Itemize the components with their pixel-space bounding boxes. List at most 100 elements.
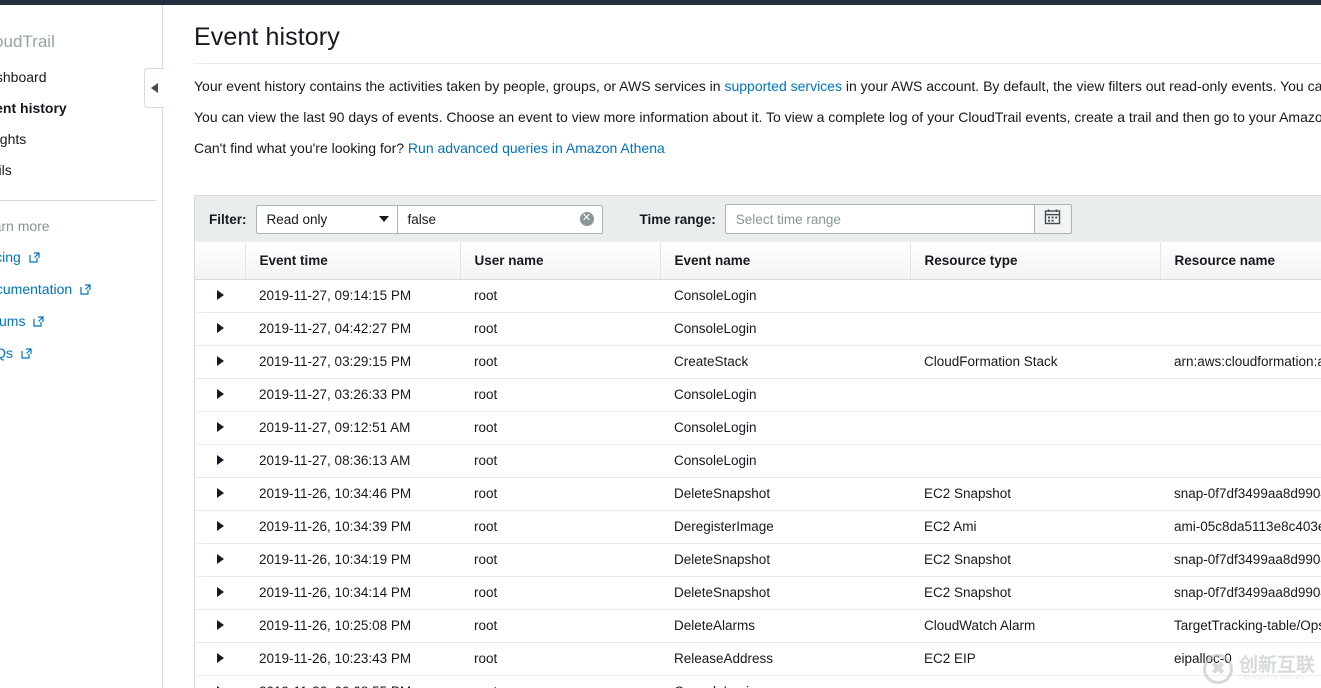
table-row[interactable]: 2019-11-27, 04:42:27 PM root ConsoleLogin bbox=[195, 312, 1321, 346]
cell-user-name: root bbox=[460, 345, 660, 379]
cell-resource-type bbox=[910, 378, 1160, 412]
column-header-event-name[interactable]: Event name bbox=[660, 242, 911, 280]
supported-services-link[interactable]: supported services bbox=[724, 78, 842, 94]
time-range-input[interactable]: Select time range bbox=[724, 204, 1035, 234]
clear-circle-icon[interactable]: ✕ bbox=[579, 212, 594, 226]
triangle-right-icon[interactable] bbox=[216, 554, 224, 564]
athena-queries-link[interactable]: Run advanced queries in Amazon Athena bbox=[408, 140, 665, 156]
row-expand-cell[interactable] bbox=[195, 312, 245, 346]
triangle-right-icon[interactable] bbox=[216, 290, 224, 300]
sidebar-item-trails[interactable]: Trails bbox=[0, 155, 162, 186]
sidebar-item-dashboard[interactable]: Dashboard bbox=[0, 62, 162, 93]
cell-event-name: ConsoleLogin bbox=[660, 444, 910, 478]
row-expand-cell[interactable] bbox=[195, 411, 245, 445]
cell-event-time: 2019-11-27, 09:14:15 PM bbox=[245, 279, 460, 313]
external-link-icon bbox=[80, 282, 91, 298]
triangle-right-icon[interactable] bbox=[216, 389, 224, 399]
cell-user-name: root bbox=[460, 642, 660, 676]
chevron-down-icon bbox=[378, 216, 389, 222]
sidebar-collapse-button[interactable] bbox=[144, 68, 164, 108]
table-row[interactable]: 2019-11-26, 10:34:46 PM root DeleteSnapsho… bbox=[195, 477, 1321, 511]
table-row[interactable]: 2019-11-26, 10:34:19 PM root DeleteSnapsho… bbox=[195, 543, 1321, 577]
cell-event-time: 2019-11-26, 10:34:39 PM bbox=[245, 510, 460, 544]
description-paragraph-3: Can't find what you're looking for? Run … bbox=[164, 126, 1321, 157]
cell-event-time: 2019-11-27, 08:36:13 AM bbox=[245, 444, 460, 478]
sidebar-link-pricing[interactable]: Pricing bbox=[0, 242, 162, 274]
cell-resource-type bbox=[910, 675, 1160, 688]
row-expand-cell[interactable] bbox=[195, 675, 245, 688]
row-expand-cell[interactable] bbox=[195, 510, 245, 544]
triangle-right-icon[interactable] bbox=[216, 521, 224, 531]
table-row[interactable]: 2019-11-27, 09:12:51 AM root ConsoleLogin bbox=[195, 411, 1321, 445]
row-expand-cell[interactable] bbox=[195, 642, 245, 676]
row-expand-cell[interactable] bbox=[195, 444, 245, 478]
triangle-right-icon[interactable] bbox=[216, 488, 224, 498]
column-header-resource-type[interactable]: Resource type bbox=[910, 242, 1161, 280]
cell-user-name: root bbox=[460, 411, 660, 445]
triangle-right-icon[interactable] bbox=[216, 422, 224, 432]
sidebar-link-forums[interactable]: Forums bbox=[0, 306, 162, 338]
external-link-icon bbox=[29, 250, 40, 266]
row-expand-cell[interactable] bbox=[195, 543, 245, 577]
table-row[interactable]: 2019-11-27, 03:26:33 PM root ConsoleLogin bbox=[195, 378, 1321, 412]
sidebar-link-faqs[interactable]: FAQs bbox=[0, 338, 162, 370]
cell-resource-type: EC2 Snapshot bbox=[910, 477, 1160, 511]
cell-resource-name: eipalloc-0 bbox=[1160, 642, 1321, 676]
desc1-part1: Your event history contains the activiti… bbox=[194, 78, 725, 94]
cell-user-name: root bbox=[460, 576, 660, 610]
table-row[interactable]: 2019-11-26, 10:34:14 PM root DeleteSnapsho… bbox=[195, 576, 1321, 610]
table-row[interactable]: 2019-11-26, 10:25:08 PM root DeleteAlarms C… bbox=[195, 609, 1321, 643]
event-history-table-container[interactable]: Event time User name Event name Resource… bbox=[194, 242, 1321, 688]
sidebar-item-event-history[interactable]: Event history bbox=[0, 93, 162, 124]
filter-label: Filter: bbox=[209, 211, 247, 227]
row-expand-cell[interactable] bbox=[195, 477, 245, 511]
row-expand-cell[interactable] bbox=[195, 378, 245, 412]
triangle-right-icon[interactable] bbox=[216, 356, 224, 366]
cell-event-name: CreateStack bbox=[660, 345, 910, 379]
cell-event-name: ConsoleLogin bbox=[660, 279, 910, 313]
triangle-right-icon[interactable] bbox=[216, 653, 224, 663]
cell-user-name: root bbox=[460, 378, 660, 412]
filter-value-input[interactable]: false ✕ bbox=[397, 204, 603, 234]
cell-resource-name: TargetTracking-table/Ops bbox=[1160, 609, 1321, 643]
cell-user-name: root bbox=[460, 477, 660, 511]
table-row[interactable]: 2019-11-27, 09:14:15 PM root ConsoleLogin bbox=[195, 279, 1321, 313]
cell-event-time: 2019-11-27, 04:42:27 PM bbox=[245, 312, 460, 346]
sidebar-item-insights[interactable]: Insights bbox=[0, 124, 162, 155]
cell-resource-name: arn:aws:cloudformation:a bbox=[1160, 345, 1321, 379]
table-row[interactable]: 2019-11-26, 09:08:55 PMrootConsoleLogin bbox=[195, 675, 1321, 688]
sidebar-divider bbox=[0, 200, 156, 201]
cell-resource-name: ami-05c8da5113e8c403e bbox=[1160, 510, 1321, 544]
table-row[interactable]: 2019-11-27, 08:36:13 AM root ConsoleLogin bbox=[195, 444, 1321, 478]
row-expand-cell[interactable] bbox=[195, 279, 245, 313]
row-expand-cell[interactable] bbox=[195, 576, 245, 610]
cell-resource-type: EC2 EIP bbox=[910, 642, 1160, 676]
time-range-label: Time range: bbox=[639, 211, 716, 227]
sidebar-link-documentation[interactable]: Documentation bbox=[0, 274, 162, 306]
table-row[interactable]: 2019-11-27, 03:29:15 PM root CreateStack Cl… bbox=[195, 345, 1321, 379]
column-header-resource-name[interactable]: Resource name bbox=[1160, 242, 1321, 280]
cell-resource-type: EC2 Snapshot bbox=[910, 576, 1160, 610]
table-row[interactable]: 2019-11-26, 10:34:39 PM root DeregisterIma… bbox=[195, 510, 1321, 544]
triangle-right-icon[interactable] bbox=[216, 455, 224, 465]
cell-resource-type: CloudWatch Alarm bbox=[910, 609, 1160, 643]
description-paragraph-2: You can view the last 90 days of events.… bbox=[164, 95, 1321, 126]
cell-resource-name bbox=[1160, 279, 1321, 313]
column-header-event-time[interactable]: Event time bbox=[245, 242, 461, 280]
cell-user-name: root bbox=[460, 312, 660, 346]
table-header-row: Event time User name Event name Resource… bbox=[195, 242, 1321, 280]
filter-value-text: false bbox=[407, 211, 437, 227]
table-row[interactable]: 2019-11-26, 10:23:43 PM root ReleaseAddres… bbox=[195, 642, 1321, 676]
time-range-placeholder: Select time range bbox=[735, 211, 841, 227]
column-header-user-name[interactable]: User name bbox=[460, 242, 661, 280]
triangle-right-icon[interactable] bbox=[216, 587, 224, 597]
calendar-picker-button[interactable] bbox=[1034, 204, 1072, 234]
triangle-right-icon[interactable] bbox=[216, 323, 224, 333]
page-title: Event history bbox=[194, 23, 340, 51]
triangle-right-icon[interactable] bbox=[216, 620, 224, 630]
external-link-icon bbox=[21, 346, 32, 362]
row-expand-cell[interactable] bbox=[195, 345, 245, 379]
description-paragraph-1: Your event history contains the activiti… bbox=[164, 64, 1321, 95]
row-expand-cell[interactable] bbox=[195, 609, 245, 643]
filter-attribute-select[interactable]: Read only bbox=[255, 204, 398, 234]
